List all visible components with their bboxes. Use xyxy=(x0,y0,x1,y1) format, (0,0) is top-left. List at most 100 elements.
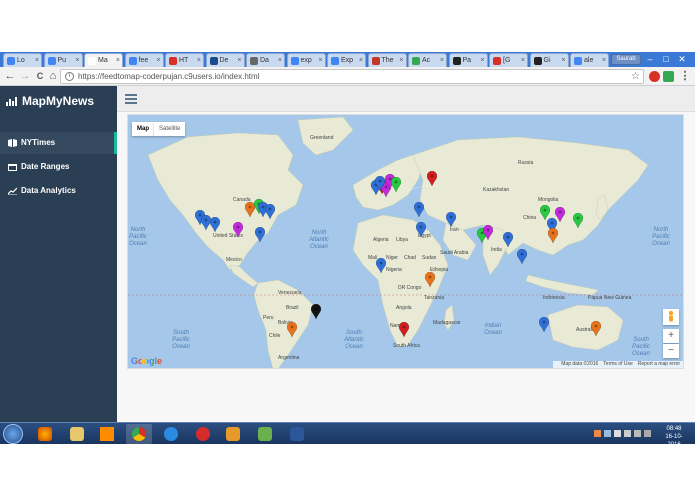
tab-close-icon[interactable]: × xyxy=(318,54,322,67)
map-marker-blue[interactable] xyxy=(446,212,456,227)
opera-taskbar-button[interactable] xyxy=(190,424,216,444)
volume-icon[interactable] xyxy=(624,430,631,437)
url-text[interactable]: https://feedtomap-coderpujan.c9users.io/… xyxy=(78,71,259,83)
browser-tab[interactable]: [G × xyxy=(489,53,528,67)
map-marker-magenta[interactable] xyxy=(233,222,243,237)
tab-close-icon[interactable]: × xyxy=(116,54,120,67)
map-marker-blue[interactable] xyxy=(416,222,426,237)
sidebar-item-nytimes[interactable]: NYTimes xyxy=(0,132,117,154)
extension-icon[interactable] xyxy=(663,71,674,82)
window-minimize-button[interactable]: – xyxy=(643,54,657,65)
start-button[interactable] xyxy=(3,424,23,444)
map-marker-orange[interactable] xyxy=(548,228,558,243)
tab-close-icon[interactable]: × xyxy=(602,54,606,67)
tab-close-icon[interactable]: × xyxy=(561,54,565,67)
map-marker-blue[interactable] xyxy=(375,176,385,191)
explorer-taskbar-button[interactable] xyxy=(64,424,90,444)
map-marker-orange[interactable] xyxy=(425,272,435,287)
browser-tab[interactable]: Ma × xyxy=(84,53,123,67)
tray-icon[interactable] xyxy=(594,430,601,437)
terms-of-use-link[interactable]: Terms of Use xyxy=(603,361,632,367)
site-info-icon[interactable]: i xyxy=(65,72,74,81)
app-taskbar-button[interactable] xyxy=(252,424,278,444)
tab-close-icon[interactable]: × xyxy=(237,54,241,67)
world-map[interactable]: Map Satellite North Pacific Ocean North Atl… xyxy=(127,114,684,369)
browser-tab[interactable]: Lo × xyxy=(3,53,42,67)
extension-icon[interactable] xyxy=(649,71,660,82)
map-marker-blue[interactable] xyxy=(376,258,386,273)
map-marker-blue[interactable] xyxy=(414,202,424,217)
network-icon[interactable] xyxy=(634,430,641,437)
google-logo[interactable]: Google xyxy=(131,356,162,366)
word-taskbar-button[interactable] xyxy=(284,424,310,444)
map-marker-red[interactable] xyxy=(399,322,409,337)
reload-button[interactable]: C xyxy=(33,69,47,83)
map-marker-green[interactable] xyxy=(391,177,401,192)
map-marker-blue[interactable] xyxy=(503,232,513,247)
ie-taskbar-button[interactable] xyxy=(158,424,184,444)
menu-toggle-icon[interactable] xyxy=(125,94,137,104)
chrome-taskbar-button[interactable] xyxy=(126,424,152,444)
tab-close-icon[interactable]: × xyxy=(359,54,363,67)
map-marker-blue[interactable] xyxy=(255,227,265,242)
tab-close-icon[interactable]: × xyxy=(440,54,444,67)
zoom-out-button[interactable]: − xyxy=(663,344,679,358)
tray-icon[interactable] xyxy=(614,430,621,437)
tab-close-icon[interactable]: × xyxy=(278,54,282,67)
browser-menu-button[interactable]: ⋮ xyxy=(678,69,692,83)
tab-close-icon[interactable]: × xyxy=(480,54,484,67)
browser-tab[interactable]: Gi × xyxy=(529,53,569,67)
map-marker-blue[interactable] xyxy=(210,217,220,232)
browser-tab[interactable]: fee × xyxy=(124,53,164,67)
firefox-taskbar-button[interactable] xyxy=(32,424,58,444)
map-marker-orange[interactable] xyxy=(591,321,601,336)
browser-tab[interactable]: exp × xyxy=(286,53,326,67)
back-button[interactable]: ← xyxy=(3,69,17,83)
tab-close-icon[interactable]: × xyxy=(197,54,201,67)
address-bar[interactable]: i https://feedtomap-coderpujan.c9users.i… xyxy=(60,69,644,84)
map-type-satellite-button[interactable]: Satellite xyxy=(154,122,186,136)
map-type-map-button[interactable]: Map xyxy=(132,122,154,136)
browser-tab[interactable]: HT × xyxy=(165,53,204,67)
browser-tab[interactable]: Ac × xyxy=(408,53,447,67)
browser-tab[interactable]: The × xyxy=(367,53,407,67)
street-view-pegman-icon[interactable] xyxy=(663,309,679,325)
map-marker-red[interactable] xyxy=(427,171,437,186)
zoom-in-button[interactable]: + xyxy=(663,329,679,343)
browser-tab[interactable]: Pa × xyxy=(448,53,488,67)
forward-button[interactable]: → xyxy=(18,69,32,83)
browser-tab[interactable]: Pu × xyxy=(43,53,83,67)
map-marker-magenta[interactable] xyxy=(483,225,493,240)
battery-icon[interactable] xyxy=(644,430,651,437)
map-marker-blue[interactable] xyxy=(539,317,549,332)
map-marker-blue[interactable] xyxy=(265,204,275,219)
tab-close-icon[interactable]: × xyxy=(156,54,160,67)
sidebar-item-date-ranges[interactable]: Date Ranges xyxy=(0,156,117,178)
brand[interactable]: MapMyNews xyxy=(6,92,94,110)
browser-tab[interactable]: Da × xyxy=(246,53,285,67)
tab-close-icon[interactable]: × xyxy=(75,54,79,67)
profile-button[interactable]: Saurab xyxy=(611,54,641,65)
vlc-taskbar-button[interactable] xyxy=(94,424,120,444)
browser-tab[interactable]: ale × xyxy=(570,53,609,67)
tab-close-icon[interactable]: × xyxy=(399,54,403,67)
window-maximize-button[interactable]: □ xyxy=(659,54,673,65)
tab-close-icon[interactable]: × xyxy=(521,54,525,67)
map-marker-blue[interactable] xyxy=(517,249,527,264)
bookmark-star-icon[interactable]: ☆ xyxy=(631,70,640,83)
map-marker-orange[interactable] xyxy=(287,322,297,337)
map-marker-green[interactable] xyxy=(573,213,583,228)
tab-close-icon[interactable]: × xyxy=(35,54,39,67)
map-marker-magenta[interactable] xyxy=(555,207,565,222)
home-button[interactable]: ⌂ xyxy=(46,69,60,83)
window-close-button[interactable]: ✕ xyxy=(675,54,689,65)
browser-tab[interactable]: De × xyxy=(205,53,245,67)
clock[interactable]: 08:48 16-10-2016 xyxy=(659,425,689,449)
map-marker-black[interactable] xyxy=(311,304,321,319)
report-map-error-link[interactable]: Report a map error xyxy=(638,361,680,367)
tray-show-hidden-icon[interactable] xyxy=(584,430,591,437)
tray-icon[interactable] xyxy=(604,430,611,437)
sidebar-item-data-analytics[interactable]: Data Analytics xyxy=(0,180,117,202)
browser-tab[interactable]: Exp × xyxy=(327,53,366,67)
media-player-taskbar-button[interactable] xyxy=(220,424,246,444)
